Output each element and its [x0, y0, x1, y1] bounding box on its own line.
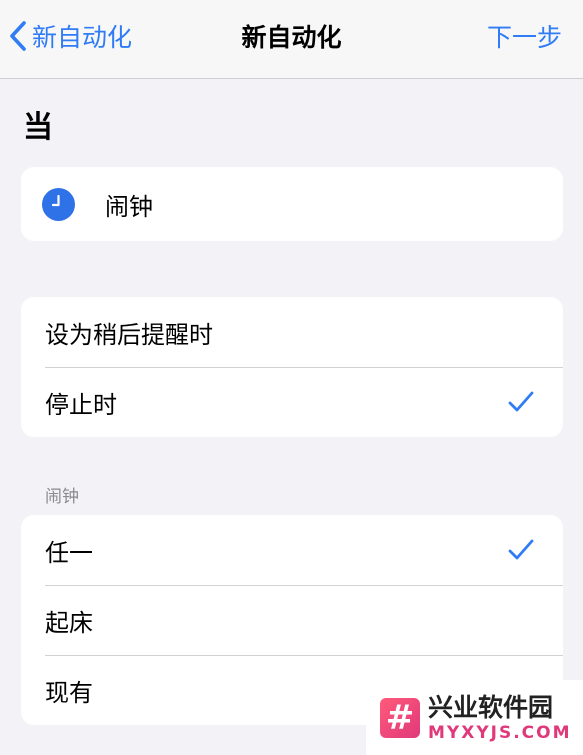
alarm-group-header: 闹钟: [45, 487, 79, 507]
next-button[interactable]: 下一步: [487, 14, 562, 58]
watermark-name: 兴业软件园: [428, 692, 554, 722]
option-stopped[interactable]: 停止时: [21, 367, 563, 437]
checkmark-icon: [508, 391, 534, 412]
clock-icon: [42, 188, 75, 221]
back-button-label: 新自动化: [32, 23, 133, 52]
alarm-option-any[interactable]: 任一: [21, 515, 563, 585]
alarm-option-wake-up[interactable]: 起床: [21, 585, 563, 655]
option-label: 设为稍后提醒时: [45, 320, 213, 349]
checkmark-icon: [508, 539, 534, 560]
option-snooze[interactable]: 设为稍后提醒时: [21, 297, 563, 367]
section-heading-when: 当: [23, 110, 53, 145]
event-options-card: 设为稍后提醒时 停止时: [21, 297, 563, 437]
watermark-url: MYXYJS.COM: [428, 722, 572, 743]
screen: 新自动化 新自动化 下一步 当 闹钟 设为稍后提醒时 停止时 闹钟 任一 起床 …: [0, 0, 583, 755]
back-button[interactable]: 新自动化: [8, 14, 132, 58]
watermark-logo: #: [380, 697, 420, 738]
option-label: 现有: [45, 678, 93, 707]
option-label: 起床: [45, 608, 93, 637]
trigger-card: 闹钟: [21, 167, 563, 241]
trigger-label: 闹钟: [105, 192, 153, 221]
navigation-bar: 新自动化 新自动化 下一步: [0, 0, 583, 79]
chevron-left-icon: [10, 21, 26, 51]
trigger-row-alarm[interactable]: 闹钟: [21, 167, 563, 241]
option-label: 任一: [45, 538, 93, 567]
option-label: 停止时: [45, 390, 117, 419]
watermark: # 兴业软件园 MYXYJS.COM: [366, 680, 583, 755]
